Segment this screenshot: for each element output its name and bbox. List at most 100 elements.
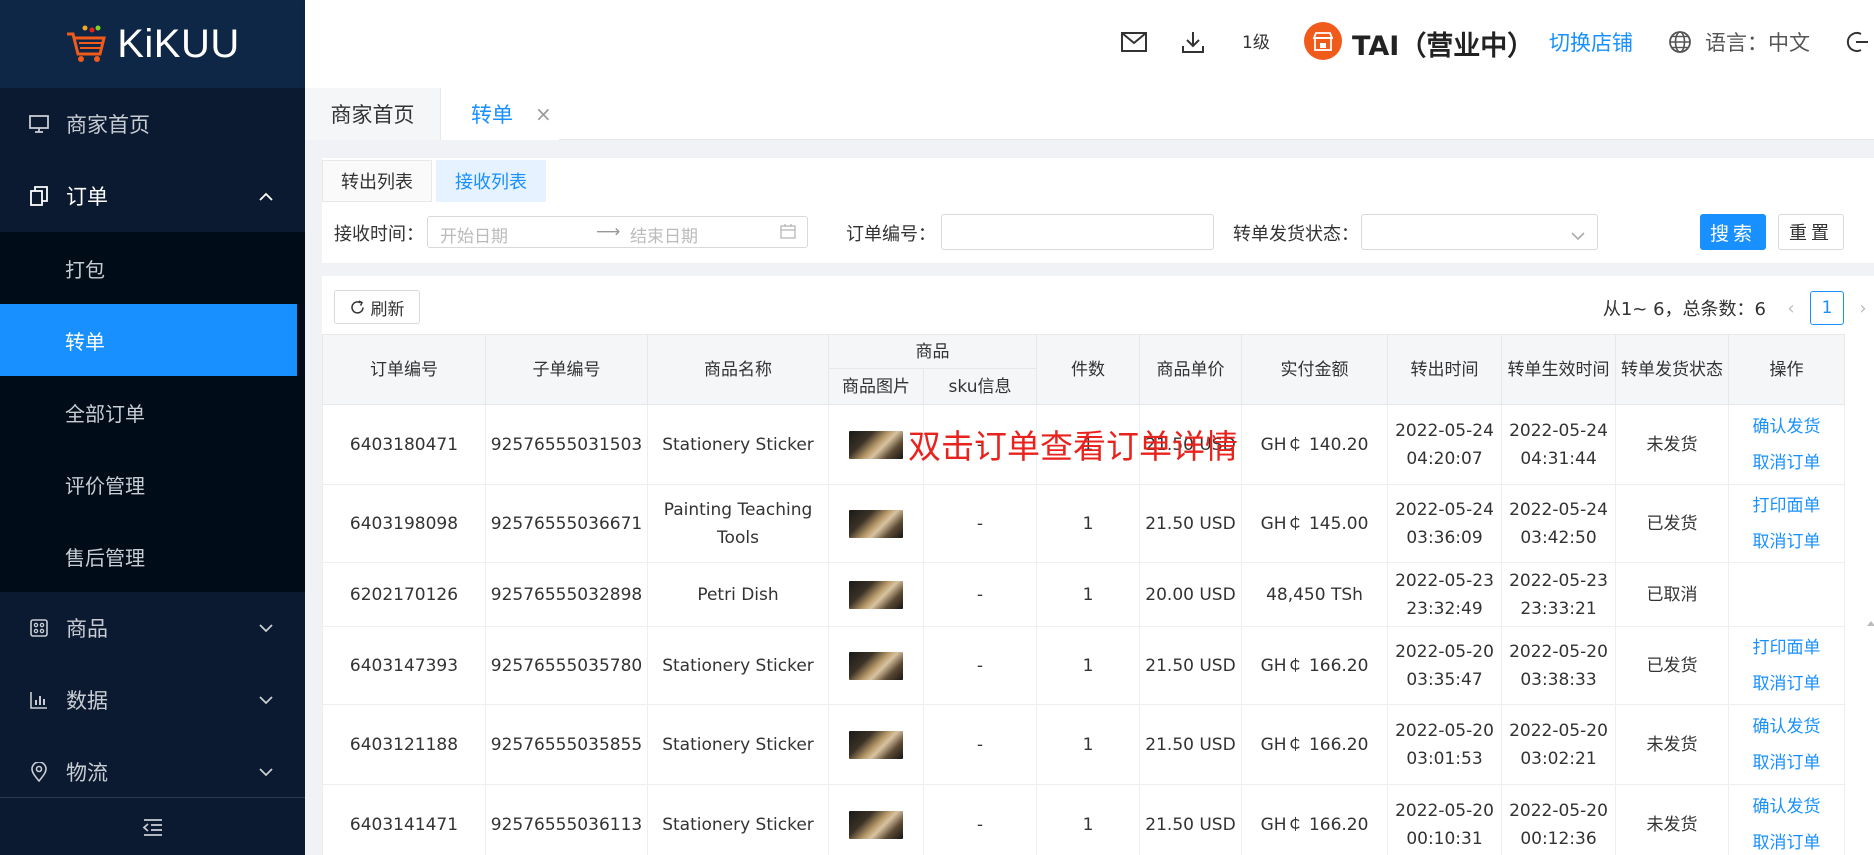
date-range-picker[interactable]: 开始日期 ⟶ 结束日期 <box>427 216 808 248</box>
tab-receive-list[interactable]: 接收列表 <box>436 160 546 202</box>
sidebar-subitem-all-orders[interactable]: 全部订单 <box>0 376 305 448</box>
product-thumbnail[interactable] <box>849 810 903 839</box>
cell-effective-time: 2022-05-20 03:38:33 <box>1501 626 1616 705</box>
product-thumbnail[interactable] <box>849 730 903 759</box>
shop-logo-icon <box>1304 22 1342 60</box>
cell-actions: 确认发货 取消订单 <box>1728 704 1845 785</box>
tab-transfer-out-list[interactable]: 转出列表 <box>322 160 432 202</box>
product-thumbnail[interactable] <box>849 580 903 609</box>
action-link[interactable]: 取消订单 <box>1729 666 1844 702</box>
ship-status-label: 转单发货状态： <box>1233 224 1359 245</box>
sidebar-item-products[interactable]: 商品 <box>0 592 305 664</box>
cell-out-time: 2022-05-20 03:35:47 <box>1387 626 1502 705</box>
calendar-icon <box>780 223 796 244</box>
download-icon[interactable] <box>1179 28 1207 56</box>
cell-sub-no: 92576555036671 <box>485 484 648 563</box>
sidebar-item-home[interactable]: 商家首页 <box>0 88 305 160</box>
cell-sku: - <box>923 484 1037 563</box>
cell-out-time: 2022-05-24 03:36:09 <box>1387 484 1502 563</box>
refresh-button[interactable]: 刷新 <box>334 290 420 324</box>
cell-unit-price: 21.50 USD <box>1139 626 1242 705</box>
cell-paid-amount: GH￠ 140.20 <box>1241 404 1388 485</box>
action-link[interactable]: 打印面单 <box>1729 630 1844 666</box>
action-link[interactable]: 确认发货 <box>1729 709 1844 745</box>
logo-text: KiKUU <box>117 21 240 66</box>
col-header-paid: 实付金额 <box>1241 334 1388 405</box>
sidebar-item-label: 订单 <box>66 185 108 209</box>
search-button[interactable]: 搜索 <box>1700 214 1766 250</box>
table-row[interactable]: 6202170126 92576555032898 Petri Dish -1 20.0… <box>322 562 1845 627</box>
action-link[interactable]: 打印面单 <box>1729 488 1844 524</box>
product-thumbnail[interactable] <box>849 430 903 459</box>
order-no-input[interactable] <box>941 214 1214 250</box>
sidebar-subitem-pack[interactable]: 打包 <box>0 232 305 304</box>
col-header-sub-no: 子单编号 <box>485 334 648 405</box>
product-thumbnail[interactable] <box>849 651 903 680</box>
switch-shop-link[interactable]: 切换店铺 <box>1549 27 1633 57</box>
tab-label: 商家首页 <box>330 103 415 127</box>
reset-button[interactable]: 重置 <box>1778 214 1844 250</box>
tab-label: 转单 <box>471 103 513 127</box>
sidebar-item-orders[interactable]: 订单 <box>0 160 305 232</box>
table-row[interactable]: 6403198098 92576555036671 Painting Teachin… <box>322 484 1845 563</box>
tab-transfer[interactable]: 转单 × <box>441 88 559 140</box>
cell-unit-price: 21.50 USD <box>1139 484 1242 563</box>
cell-out-time: 2022-05-20 00:10:31 <box>1387 784 1502 855</box>
col-header-unit-price: 商品单价 <box>1139 334 1242 405</box>
start-date-input[interactable]: 开始日期 <box>440 222 508 247</box>
cell-ship-status: 未发货 <box>1615 784 1729 855</box>
prev-page-icon[interactable]: ‹ <box>1780 298 1802 319</box>
monitor-icon <box>28 113 50 135</box>
end-date-input[interactable]: 结束日期 <box>630 222 698 247</box>
sidebar-item-data[interactable]: 数据 <box>0 664 305 736</box>
collapse-sidebar-button[interactable] <box>0 797 305 855</box>
product-thumbnail[interactable] <box>849 509 903 538</box>
logo[interactable]: KiKUU <box>0 0 305 88</box>
table-row[interactable]: 6403121188 92576555035855 Stationery Stick… <box>322 704 1845 785</box>
cell-sku: - <box>923 626 1037 705</box>
language-select[interactable]: 语言：中文 <box>1705 27 1810 57</box>
cell-actions: 打印面单 取消订单 <box>1728 484 1845 563</box>
cell-paid-amount: GH￠ 166.20 <box>1241 784 1388 855</box>
cell-effective-time: 2022-05-20 00:12:36 <box>1501 784 1616 855</box>
cell-qty: 1 <box>1036 484 1140 563</box>
close-icon[interactable]: × <box>535 102 552 126</box>
cell-ship-status: 未发货 <box>1615 704 1729 785</box>
mail-icon[interactable] <box>1120 28 1148 56</box>
col-header-product: 商品 <box>828 334 1037 369</box>
sidebar-item-label: 商家首页 <box>66 113 150 137</box>
cell-out-time: 2022-05-23 23:32:49 <box>1387 562 1502 627</box>
cell-effective-time: 2022-05-24 04:31:44 <box>1501 404 1616 485</box>
action-link[interactable]: 取消订单 <box>1729 445 1844 481</box>
col-header-ship-status: 转单发货状态 <box>1615 334 1729 405</box>
action-link[interactable]: 取消订单 <box>1729 745 1844 781</box>
action-link[interactable]: 确认发货 <box>1729 409 1844 445</box>
tab-merchant-home[interactable]: 商家首页 <box>305 88 441 140</box>
logout-icon[interactable] <box>1843 28 1871 56</box>
shop-name: TAI（营业中） <box>1352 31 1535 62</box>
cell-actions: 确认发货 取消订单 <box>1728 784 1845 855</box>
table-row[interactable]: 6403147393 92576555035780 Stationery Stick… <box>322 626 1845 705</box>
cell-product-image <box>828 626 924 705</box>
action-link[interactable]: 取消订单 <box>1729 524 1844 560</box>
cell-sub-no: 92576555036113 <box>485 784 648 855</box>
command-icon <box>28 617 50 639</box>
page-number-button[interactable]: 1 <box>1810 291 1844 325</box>
cell-effective-time: 2022-05-23 23:33:21 <box>1501 562 1616 627</box>
sidebar-subitem-reviews[interactable]: 评价管理 <box>0 448 305 520</box>
action-link[interactable]: 确认发货 <box>1729 789 1844 825</box>
sidebar-subitem-after-sales[interactable]: 售后管理 <box>0 520 305 592</box>
cell-paid-amount: GH￠ 166.20 <box>1241 626 1388 705</box>
bar-chart-icon <box>28 689 50 711</box>
table-row[interactable]: 6403141471 92576555036113 Stationery Stick… <box>322 784 1845 855</box>
col-header-product-name: 商品名称 <box>647 334 829 405</box>
globe-icon[interactable] <box>1667 28 1693 56</box>
refresh-icon <box>350 299 364 314</box>
action-link[interactable]: 取消订单 <box>1729 825 1844 855</box>
table-scrollbar[interactable] <box>1867 619 1874 855</box>
next-page-icon[interactable]: › <box>1852 298 1874 319</box>
orders-submenu: 打包 转单 全部订单 评价管理 售后管理 <box>0 232 305 592</box>
cell-actions: 打印面单 取消订单 <box>1728 626 1845 705</box>
sidebar-subitem-transfer[interactable]: 转单 <box>0 304 297 376</box>
ship-status-select[interactable] <box>1361 214 1598 250</box>
